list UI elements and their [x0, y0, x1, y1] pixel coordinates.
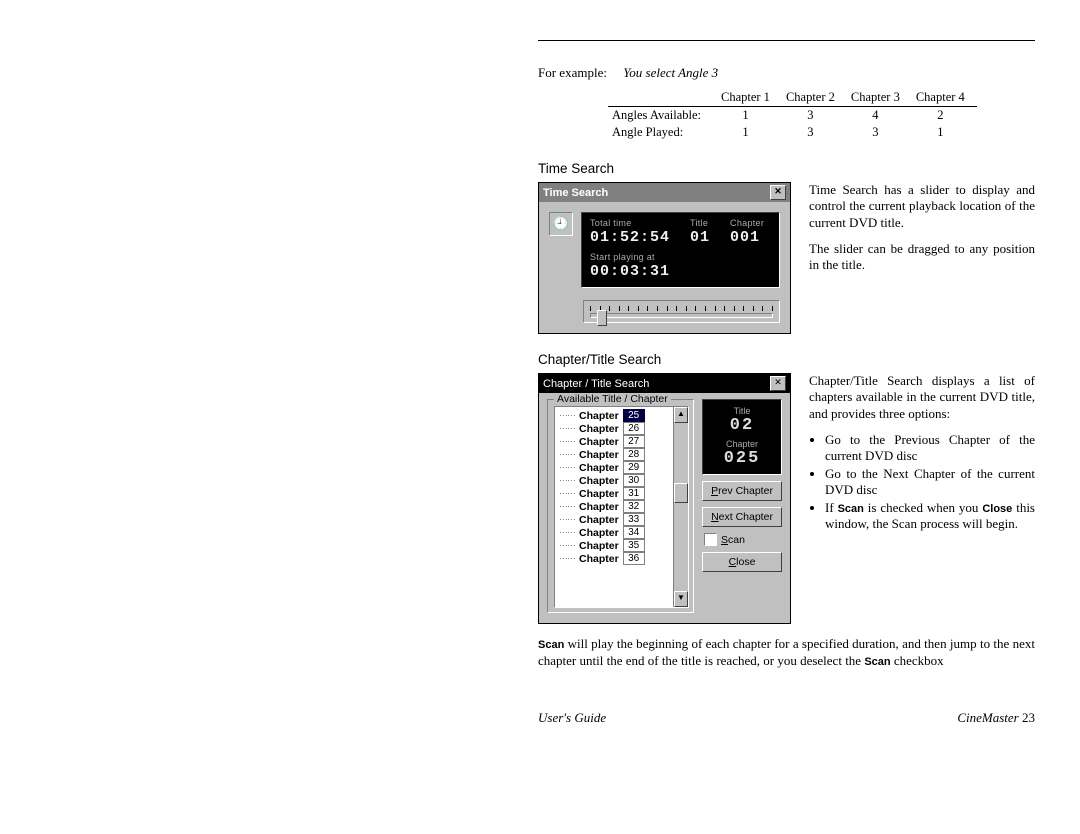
ct-bullets: Go to the Previous Chapter of the curren…: [809, 432, 1035, 532]
ts-p1: Time Search has a slider to display and …: [809, 182, 1035, 231]
list-item[interactable]: ⋯⋯Chapter31: [555, 487, 673, 500]
list-item[interactable]: ⋯⋯Chapter25: [555, 409, 673, 422]
top-rule: [538, 40, 1035, 41]
lcd-start-value: 00:03:31: [590, 263, 771, 280]
clock-icon: 🕘: [549, 212, 573, 236]
cell: 1: [717, 124, 782, 141]
time-search-title: Time Search: [543, 187, 608, 199]
bullet-2: Go to the Next Chapter of the current DV…: [825, 466, 1035, 498]
lcd-title-value: 01: [690, 229, 710, 246]
scan-checkbox[interactable]: [704, 533, 717, 546]
ct-lcd-chapter-label: Chapter: [709, 439, 775, 449]
chapter-listbox[interactable]: ⋯⋯Chapter25⋯⋯Chapter26⋯⋯Chapter27⋯⋯Chapt…: [554, 406, 689, 608]
list-item[interactable]: ⋯⋯Chapter29: [555, 461, 673, 474]
list-item[interactable]: ⋯⋯Chapter28: [555, 448, 673, 461]
angles-table: Chapter 1 Chapter 2 Chapter 3 Chapter 4 …: [608, 89, 977, 141]
list-item[interactable]: ⋯⋯Chapter36: [555, 552, 673, 565]
lcd-total-label: Total time: [590, 218, 670, 228]
close-button[interactable]: Close: [702, 552, 782, 572]
list-item[interactable]: ⋯⋯Chapter33: [555, 513, 673, 526]
th-ch3: Chapter 3: [847, 89, 912, 107]
th-ch1: Chapter 1: [717, 89, 782, 107]
ts-p2: The slider can be dragged to any positio…: [809, 241, 1035, 274]
example-prefix: For example:: [538, 65, 607, 80]
lcd-chapter-label: Chapter: [730, 218, 764, 228]
scroll-down-icon[interactable]: ▼: [674, 591, 688, 607]
ct-lcd: Title 02 Chapter 025: [702, 399, 782, 475]
cell: 4: [847, 107, 912, 125]
cell: 1: [912, 124, 977, 141]
heading-chapter-search: Chapter/Title Search: [538, 352, 1035, 367]
th-ch4: Chapter 4: [912, 89, 977, 107]
cell: 3: [782, 107, 847, 125]
scroll-up-icon[interactable]: ▲: [674, 407, 688, 423]
row-avail-label: Angles Available:: [608, 107, 717, 125]
bullet-1: Go to the Previous Chapter of the curren…: [825, 432, 1035, 464]
close-icon[interactable]: ✕: [770, 376, 786, 391]
lcd-start-label: Start playing at: [590, 252, 771, 262]
list-item[interactable]: ⋯⋯Chapter35: [555, 539, 673, 552]
chapter-search-title: Chapter / Title Search: [543, 378, 649, 390]
bullet-3: If Scan is checked when you Close this w…: [825, 500, 1035, 532]
next-chapter-button[interactable]: Next Chapter: [702, 507, 782, 527]
cell: 3: [782, 124, 847, 141]
group-label: Available Title / Chapter: [554, 393, 671, 405]
scroll-thumb[interactable]: [674, 483, 688, 503]
scan-checkbox-row[interactable]: Scan: [702, 533, 782, 546]
heading-time-search: Time Search: [538, 161, 1035, 176]
chapter-search-titlebar[interactable]: Chapter / Title Search ✕: [539, 374, 790, 393]
ct-lcd-title-label: Title: [709, 406, 775, 416]
cell: 1: [717, 107, 782, 125]
cell: 3: [847, 124, 912, 141]
prev-chapter-button[interactable]: Prev Chapter: [702, 481, 782, 501]
footer-left: User's Guide: [538, 710, 606, 726]
list-item[interactable]: ⋯⋯Chapter27: [555, 435, 673, 448]
list-item[interactable]: ⋯⋯Chapter34: [555, 526, 673, 539]
cell: 2: [912, 107, 977, 125]
example-action: You select Angle 3: [623, 65, 718, 80]
list-item[interactable]: ⋯⋯Chapter26: [555, 422, 673, 435]
chapter-search-dialog: Chapter / Title Search ✕ Available Title…: [538, 373, 791, 624]
lcd-area: Total time 01:52:54 Title 01 Chapter 001: [581, 212, 780, 288]
list-item[interactable]: ⋯⋯Chapter32: [555, 500, 673, 513]
list-item[interactable]: ⋯⋯Chapter30: [555, 474, 673, 487]
example-line: For example: You select Angle 3: [538, 65, 1035, 81]
row-played-label: Angle Played:: [608, 124, 717, 141]
ct-lcd-chapter-value: 025: [709, 449, 775, 468]
lcd-title-label: Title: [690, 218, 710, 228]
footer: User's Guide CineMaster 23: [538, 710, 1035, 726]
th-ch2: Chapter 2: [782, 89, 847, 107]
lcd-total-value: 01:52:54: [590, 229, 670, 246]
scrollbar[interactable]: ▲ ▼: [673, 407, 688, 607]
ct-intro: Chapter/Title Search displays a list of …: [809, 373, 1035, 422]
slider-thumb[interactable]: [597, 310, 607, 326]
time-search-titlebar[interactable]: Time Search ✕: [539, 183, 790, 202]
close-icon[interactable]: ✕: [770, 185, 786, 200]
scan-paragraph: Scan will play the beginning of each cha…: [538, 636, 1035, 670]
time-slider[interactable]: [583, 300, 780, 323]
ct-lcd-title-value: 02: [709, 416, 775, 435]
time-search-dialog: Time Search ✕ 🕘 Total time 01:52:54 Titl…: [538, 182, 791, 334]
footer-right: CineMaster 23: [957, 710, 1035, 726]
available-group: Available Title / Chapter ⋯⋯Chapter25⋯⋯C…: [547, 399, 694, 613]
lcd-chapter-value: 001: [730, 229, 764, 246]
